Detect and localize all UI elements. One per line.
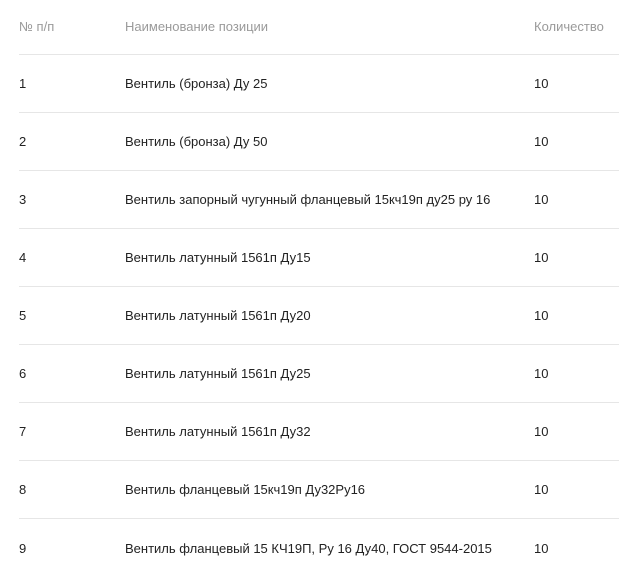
row-quantity: 10 [534,250,549,265]
row-number: 2 [19,134,27,149]
row-name: Вентиль латунный 1561п Ду25 [125,366,311,381]
row-number: 6 [19,366,27,381]
header-number: № п/п [19,18,55,34]
row-number: 7 [19,424,27,439]
row-name: Вентиль фланцевый 15кч19п Ду32Ру16 [125,482,366,497]
positions-table: № п/п Наименование позиции Количество 1 … [19,0,619,577]
table-row: 3 Вентиль запорный чугунный фланцевый 15… [19,171,619,229]
row-quantity: 10 [534,134,549,149]
row-name: Вентиль фланцевый 15 КЧ19П, Ру 16 Ду40, … [125,540,492,556]
table-row: 2 Вентиль (бронза) Ду 50 10 [19,113,619,171]
table-row: 4 Вентиль латунный 1561п Ду15 10 [19,229,619,287]
table-row: 9 Вентиль фланцевый 15 КЧ19П, Ру 16 Ду40… [19,519,619,577]
row-number: 5 [19,308,27,323]
row-quantity: 10 [534,76,549,91]
table-row: 8 Вентиль фланцевый 15кч19п Ду32Ру16 10 [19,461,619,519]
row-number: 8 [19,482,27,497]
row-name: Вентиль запорный чугунный фланцевый 15кч… [125,192,491,207]
row-quantity: 10 [534,308,549,323]
row-name: Вентиль (бронза) Ду 50 [125,134,268,149]
table-row: 5 Вентиль латунный 1561п Ду20 10 [19,287,619,345]
table-header: № п/п Наименование позиции Количество [19,0,619,55]
row-name: Вентиль латунный 1561п Ду32 [125,424,311,439]
table-row: 7 Вентиль латунный 1561п Ду32 10 [19,403,619,461]
header-name: Наименование позиции [125,18,269,34]
row-number: 4 [19,250,27,265]
table-row: 1 Вентиль (бронза) Ду 25 10 [19,55,619,113]
row-quantity: 10 [534,366,549,381]
row-number: 1 [19,76,27,91]
row-name: Вентиль (бронза) Ду 25 [125,76,268,91]
row-quantity: 10 [534,192,549,207]
row-number: 3 [19,192,27,207]
row-name: Вентиль латунный 1561п Ду20 [125,308,311,323]
row-number: 9 [19,540,27,556]
row-quantity: 10 [534,424,549,439]
header-quantity: Количество [534,18,604,34]
row-quantity: 10 [534,482,549,497]
table-row: 6 Вентиль латунный 1561п Ду25 10 [19,345,619,403]
row-quantity: 10 [534,540,549,556]
row-name: Вентиль латунный 1561п Ду15 [125,250,311,265]
